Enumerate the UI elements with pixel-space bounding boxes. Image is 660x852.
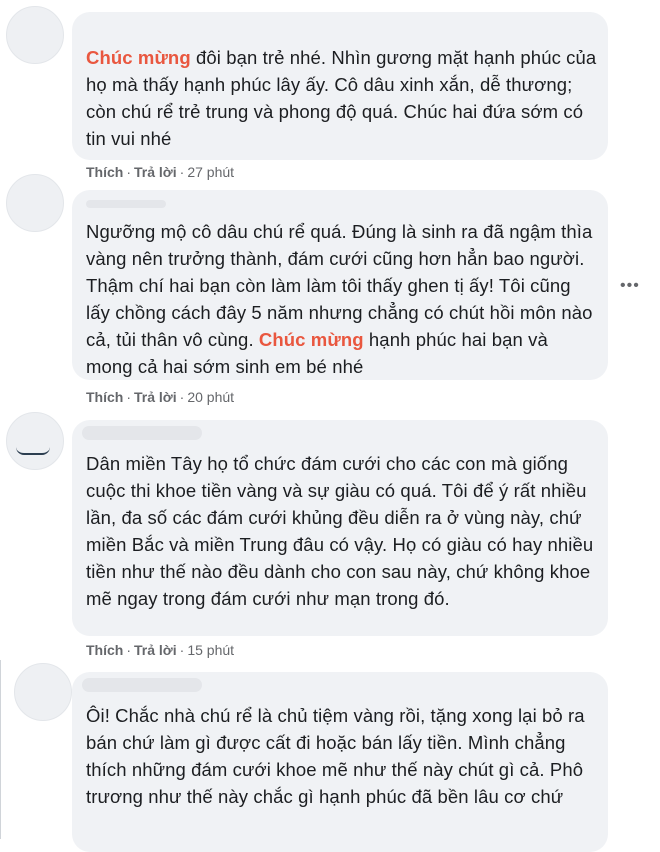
- highlight-text: Chúc mừng: [86, 47, 191, 68]
- timestamp[interactable]: 27 phút: [187, 164, 234, 180]
- comment-bubble: Dân miền Tây họ tổ chức đám cưới cho các…: [72, 420, 608, 636]
- comment-bubble: Ngưỡng mộ cô dâu chú rể quá. Đúng là sin…: [72, 190, 608, 380]
- author-name[interactable]: [86, 200, 166, 208]
- comment-actions: Thích · Trả lời · 20 phút: [86, 389, 235, 405]
- author-name[interactable]: [82, 678, 202, 692]
- comment-bubble: Ôi! Chắc nhà chú rể là chủ tiệm vàng rồi…: [72, 672, 608, 852]
- avatar-edge: [16, 447, 50, 455]
- comment-actions: Thích · Trả lời · 27 phút: [86, 164, 235, 180]
- like-link[interactable]: Thích: [86, 164, 123, 180]
- reply-link[interactable]: Trả lời: [134, 642, 177, 658]
- avatar[interactable]: [6, 174, 64, 232]
- avatar[interactable]: [6, 412, 64, 470]
- like-link[interactable]: Thích: [86, 642, 123, 658]
- thread-line: [0, 660, 1, 839]
- comment-text: Ngưỡng mộ cô dâu chú rể quá. Đúng là sin…: [86, 221, 593, 377]
- comment-bubble: Chúc mừng đôi bạn trẻ nhé. Nhìn gương mặ…: [72, 12, 608, 160]
- reply-link[interactable]: Trả lời: [134, 389, 177, 405]
- comment-text: Chúc mừng đôi bạn trẻ nhé. Nhìn gương mặ…: [86, 47, 597, 149]
- comment-text: Ôi! Chắc nhà chú rể là chủ tiệm vàng rồi…: [86, 705, 585, 807]
- timestamp[interactable]: 15 phút: [187, 642, 234, 658]
- avatar[interactable]: [6, 6, 64, 64]
- timestamp[interactable]: 20 phút: [187, 389, 234, 405]
- reply-link[interactable]: Trả lời: [134, 164, 177, 180]
- like-link[interactable]: Thích: [86, 389, 123, 405]
- more-options-icon[interactable]: •••: [620, 277, 640, 295]
- author-name[interactable]: [82, 426, 202, 440]
- highlight-text: Chúc mừng: [258, 329, 364, 350]
- avatar[interactable]: [14, 663, 72, 721]
- comment-text: Dân miền Tây họ tổ chức đám cưới cho các…: [86, 453, 594, 609]
- comment-actions: Thích · Trả lời · 15 phút: [86, 642, 235, 658]
